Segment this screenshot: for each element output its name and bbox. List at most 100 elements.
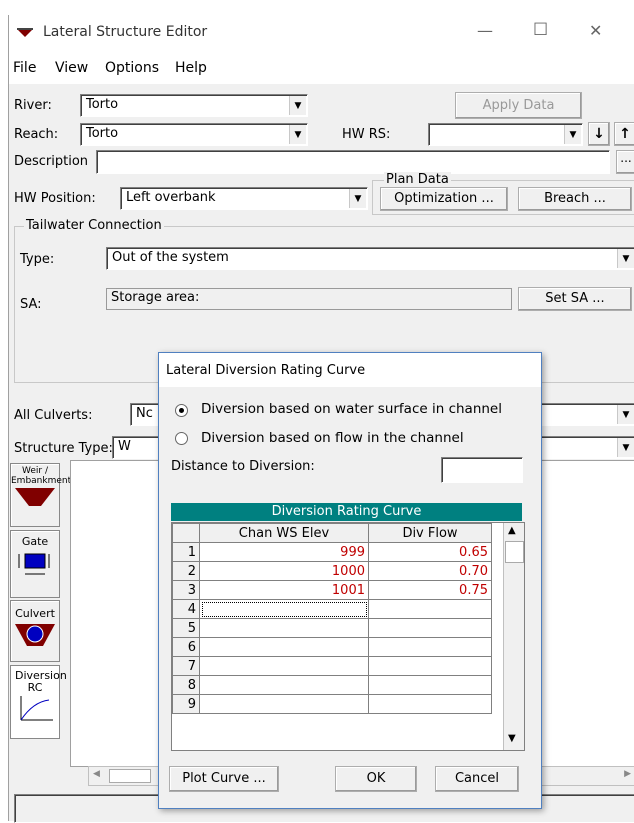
distance-input[interactable]: [441, 457, 523, 483]
reach-value: Torto: [86, 126, 119, 141]
dialog-title: Lateral Diversion Rating Curve: [166, 363, 366, 378]
description-label: Description: [14, 154, 89, 169]
rating-curve-icon: [20, 696, 53, 721]
type-select[interactable]: Out of the system ▼: [106, 247, 634, 270]
flow-cell[interactable]: 0.65: [368, 542, 492, 562]
menu-file[interactable]: File: [13, 60, 36, 76]
flow-cell[interactable]: [368, 694, 492, 714]
radio-water-surface[interactable]: [175, 404, 188, 417]
reach-select[interactable]: Torto ▼: [80, 123, 308, 146]
flow-cell[interactable]: [368, 637, 492, 657]
optimization-button[interactable]: Optimization ...: [380, 187, 508, 211]
grid-scroll-thumb[interactable]: [505, 541, 524, 563]
menu-options[interactable]: Options: [105, 60, 159, 76]
cancel-button[interactable]: Cancel: [435, 766, 519, 792]
title-bar: Lateral Structure Editor — ☐ ✕: [9, 15, 634, 51]
table-title: Diversion Rating Curve: [171, 503, 522, 521]
chevron-down-icon[interactable]: ▼: [349, 189, 366, 208]
arrow-down-button[interactable]: ↓: [588, 122, 610, 146]
all-culverts-value: Nc: [136, 406, 153, 421]
chevron-down-icon[interactable]: ▼: [289, 96, 306, 115]
menu-bar: File View Options Help: [9, 51, 634, 84]
gate-tool[interactable]: Gate: [10, 530, 60, 598]
app-icon: [17, 27, 33, 37]
row-number: 8: [172, 675, 200, 695]
table-row: 8: [172, 675, 492, 695]
row-number: 6: [172, 637, 200, 657]
flow-cell[interactable]: [368, 656, 492, 676]
chevron-down-icon[interactable]: ▼: [617, 438, 634, 457]
rating-curve-grid: Chan WS Elev Div Flow 1 999 0.65 2 1000 …: [171, 522, 525, 751]
chevron-down-icon[interactable]: ▼: [564, 125, 581, 144]
flow-cell[interactable]: [368, 618, 492, 638]
table-row: 4: [172, 599, 492, 619]
gate-icon: [18, 553, 50, 575]
flow-cell[interactable]: 0.70: [368, 561, 492, 581]
culvert-label: Culvert: [15, 607, 55, 620]
elev-cell-selected[interactable]: [199, 599, 369, 619]
weir-embankment-label: Weir / Embankment: [11, 466, 72, 486]
distance-label: Distance to Diversion:: [171, 459, 315, 474]
elev-cell[interactable]: 999: [199, 542, 369, 562]
plot-curve-button[interactable]: Plot Curve ...: [169, 766, 279, 792]
chevron-down-icon[interactable]: ▼: [617, 405, 634, 424]
scroll-up-icon[interactable]: ▲: [508, 525, 516, 536]
set-sa-button[interactable]: Set SA ...: [518, 287, 632, 311]
col-header-flow: Div Flow: [368, 523, 492, 543]
minimize-button[interactable]: —: [477, 21, 493, 40]
description-more-button[interactable]: ...: [616, 150, 634, 174]
culvert-tool[interactable]: Culvert: [10, 600, 60, 662]
row-number: 3: [172, 580, 200, 600]
river-value: Torto: [86, 97, 119, 112]
elev-cell[interactable]: [199, 637, 369, 657]
elev-cell[interactable]: 1001: [199, 580, 369, 600]
col-header-elev: Chan WS Elev: [199, 523, 369, 543]
flow-cell[interactable]: 0.75: [368, 580, 492, 600]
hw-position-select[interactable]: Left overbank ▼: [120, 187, 368, 210]
diversion-dialog: Lateral Diversion Rating Curve Diversion…: [158, 352, 542, 809]
ok-button[interactable]: OK: [335, 766, 417, 792]
elev-cell[interactable]: [199, 656, 369, 676]
description-input[interactable]: [96, 150, 610, 174]
radio-flow[interactable]: [175, 432, 188, 445]
scroll-down-icon[interactable]: ▼: [508, 733, 516, 744]
flow-cell[interactable]: [368, 599, 492, 619]
arrow-up-button[interactable]: ↑: [614, 122, 634, 146]
diversion-rc-tool[interactable]: Diversion RC: [10, 665, 67, 739]
grid-header-row: Chan WS Elev Div Flow: [172, 523, 492, 543]
scroll-left-icon[interactable]: ◀: [93, 769, 100, 779]
table-row: 7: [172, 656, 492, 676]
scroll-right-icon[interactable]: ▶: [624, 769, 631, 779]
breach-button[interactable]: Breach ...: [518, 187, 632, 211]
scroll-thumb[interactable]: [109, 769, 151, 783]
weir-embankment-tool[interactable]: Weir / Embankment: [10, 463, 72, 527]
chevron-down-icon[interactable]: ▼: [617, 249, 634, 268]
sa-field: Storage area:: [106, 288, 512, 310]
culvert-icon: [15, 624, 55, 646]
menu-view[interactable]: View: [55, 60, 88, 76]
close-button[interactable]: ✕: [589, 21, 602, 40]
maximize-button[interactable]: ☐: [533, 20, 548, 40]
menu-help[interactable]: Help: [175, 60, 207, 76]
structure-type-value: W: [118, 439, 131, 454]
radio-water-surface-label[interactable]: Diversion based on water surface in chan…: [201, 401, 502, 417]
radio-flow-label[interactable]: Diversion based on flow in the channel: [201, 430, 464, 446]
corner-cell: [172, 523, 200, 543]
elev-cell[interactable]: 1000: [199, 561, 369, 581]
row-number: 4: [172, 599, 200, 619]
river-select[interactable]: Torto ▼: [80, 94, 308, 117]
flow-cell[interactable]: [368, 675, 492, 695]
elev-cell[interactable]: [199, 694, 369, 714]
row-number: 7: [172, 656, 200, 676]
hw-position-value: Left overbank: [126, 190, 216, 205]
grid-vertical-scrollbar[interactable]: ▲ ▼: [503, 523, 524, 750]
table-row: 6: [172, 637, 492, 657]
structure-type-label: Structure Type:: [14, 441, 113, 456]
table-row: 5: [172, 618, 492, 638]
chevron-down-icon[interactable]: ▼: [289, 125, 306, 144]
elev-cell[interactable]: [199, 618, 369, 638]
elev-cell[interactable]: [199, 675, 369, 695]
diversion-rc-label: Diversion RC: [15, 669, 67, 694]
apply-data-button[interactable]: Apply Data: [455, 92, 582, 119]
hw-rs-select[interactable]: ▼: [428, 123, 583, 146]
